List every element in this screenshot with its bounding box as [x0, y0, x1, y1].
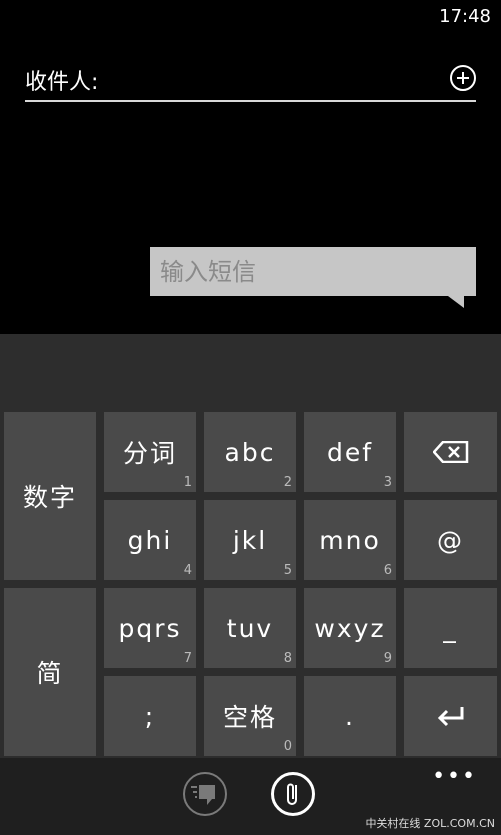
key-label: jkl — [232, 525, 268, 555]
key-label: 空格 — [222, 703, 277, 732]
key-number: 9 — [383, 651, 392, 666]
key-label: 数字 — [22, 483, 77, 512]
key-label: pqrs — [118, 613, 182, 643]
key-label: _ — [443, 613, 458, 643]
key-mno[interactable]: mno 6 — [304, 500, 396, 580]
key-simplified[interactable]: 简 — [4, 588, 96, 756]
key-label: abc — [224, 437, 276, 467]
key-fenci[interactable]: 分词 1 — [104, 412, 196, 492]
message-switch-icon — [191, 785, 215, 805]
key-at[interactable]: @ — [404, 500, 497, 580]
key-label: . — [345, 701, 355, 731]
keyboard: 数字 简 分词 1 abc 2 def 3 ghi 4 jkl 5 mno 6 … — [0, 334, 501, 758]
app-bar: ••• 中关村在线 ZOL.COM.CN — [0, 758, 501, 835]
more-options-icon[interactable]: ••• — [432, 764, 477, 789]
key-label: ; — [144, 701, 156, 731]
key-space[interactable]: 空格 0 — [204, 676, 296, 756]
key-label: mno — [319, 525, 381, 555]
key-tuv[interactable]: tuv 8 — [204, 588, 296, 668]
key-label: ghi — [127, 525, 173, 555]
key-pqrs[interactable]: pqrs 7 — [104, 588, 196, 668]
message-input[interactable] — [150, 247, 460, 296]
attach-button[interactable] — [271, 772, 315, 816]
key-number: 0 — [283, 739, 292, 754]
key-period[interactable]: . — [304, 676, 396, 756]
status-time: 17:48 — [439, 6, 491, 27]
key-label: def — [326, 437, 374, 467]
key-abc[interactable]: abc 2 — [204, 412, 296, 492]
recipient-label: 收件人: — [25, 70, 99, 95]
key-label: tuv — [226, 613, 274, 643]
enter-icon — [437, 707, 463, 727]
key-def[interactable]: def 3 — [304, 412, 396, 492]
paperclip-icon — [287, 783, 297, 805]
key-label: 分词 — [122, 439, 177, 468]
add-recipient-icon[interactable] — [450, 65, 476, 91]
key-number: 3 — [383, 475, 392, 490]
key-jkl[interactable]: jkl 5 — [204, 500, 296, 580]
watermark-logo: 中关村在线 ZOL.COM.CN — [365, 817, 495, 830]
key-backspace[interactable] — [404, 412, 497, 492]
key-number: 6 — [383, 563, 392, 578]
key-label: 简 — [36, 659, 64, 688]
key-semicolon[interactable]: ; — [104, 676, 196, 756]
key-label: @ — [437, 525, 464, 555]
message-input-box[interactable] — [150, 247, 476, 296]
recipient-field[interactable]: 收件人: — [25, 62, 476, 102]
key-number: 1 — [183, 475, 192, 490]
key-ghi[interactable]: ghi 4 — [104, 500, 196, 580]
key-label: wxyz — [314, 613, 386, 643]
key-number: 2 — [283, 475, 292, 490]
key-underscore[interactable]: _ — [404, 588, 497, 668]
message-bubble-tail — [448, 296, 464, 308]
switch-button[interactable] — [183, 772, 227, 816]
key-number: 4 — [183, 563, 192, 578]
key-wxyz[interactable]: wxyz 9 — [304, 588, 396, 668]
key-number: 5 — [283, 563, 292, 578]
key-numbers[interactable]: 数字 — [4, 412, 96, 580]
backspace-icon — [432, 441, 468, 463]
key-number: 7 — [183, 651, 192, 666]
key-enter[interactable] — [404, 676, 497, 756]
key-number: 8 — [283, 651, 292, 666]
